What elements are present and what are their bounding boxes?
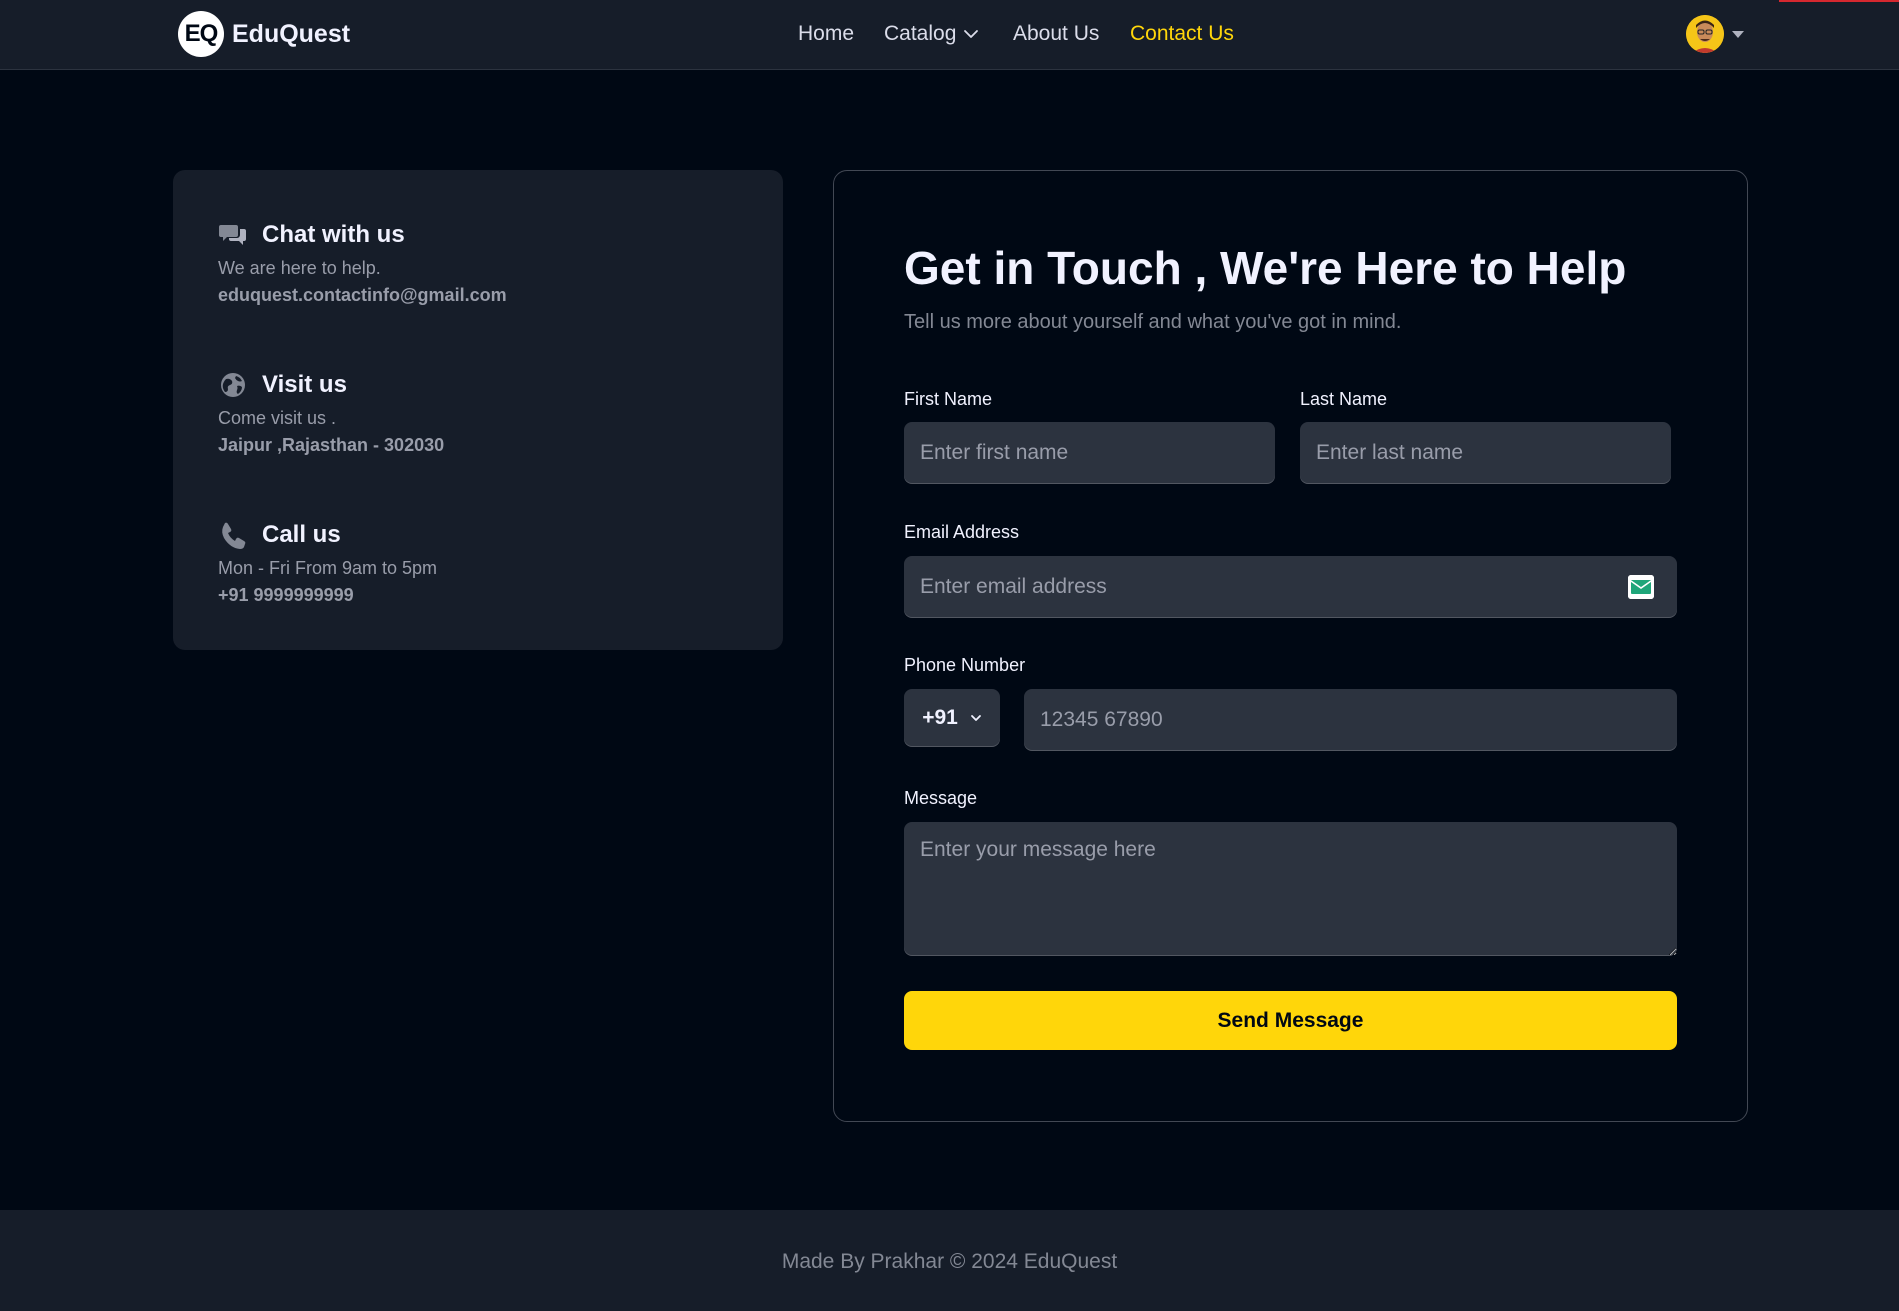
- nav-link-contact[interactable]: Contact Us: [1130, 22, 1234, 46]
- contact-info-title: Chat with us: [262, 221, 405, 248]
- email-label: Email Address: [904, 522, 1020, 542]
- message-label: Message: [904, 788, 978, 808]
- chat-bubbles-icon: [219, 225, 246, 245]
- envelope-icon: [1628, 575, 1654, 599]
- caret-down-icon: [1732, 30, 1744, 38]
- top-accent-line: [1779, 0, 1899, 2]
- profile-menu[interactable]: [1686, 15, 1744, 53]
- chevron-down-icon: [970, 715, 981, 721]
- contact-info-title: Call us: [262, 521, 341, 548]
- footer-credit: Made By Prakhar © 2024 EduQuest: [781, 1250, 1118, 1273]
- page-title: Get in Touch , We're Here to Help: [904, 242, 1627, 294]
- logo-mark: EQ: [178, 11, 224, 57]
- chevron-down-icon: [964, 30, 979, 38]
- first-name-input[interactable]: [904, 422, 1275, 484]
- contact-info-description: We are here to help.: [218, 258, 381, 278]
- avatar-face-icon: [1686, 15, 1724, 53]
- nav-link-about[interactable]: About Us: [1013, 22, 1099, 46]
- email-autofill-icon[interactable]: [1628, 575, 1654, 599]
- contact-info-visit: Visit us Come visit us . Jaipur ,Rajasth…: [218, 368, 444, 456]
- globe-icon: [221, 373, 245, 397]
- contact-info-phone: +91 9999999999: [218, 585, 354, 605]
- last-name-input[interactable]: [1300, 422, 1671, 484]
- nav-link-catalog[interactable]: Catalog: [884, 22, 980, 46]
- phone-label: Phone Number: [904, 655, 1026, 675]
- brand-name: EduQuest: [232, 19, 351, 48]
- message-textarea[interactable]: [904, 822, 1677, 956]
- contact-info-email: eduquest.contactinfo@gmail.com: [218, 285, 507, 305]
- phone-icon: [222, 522, 246, 549]
- country-code-select[interactable]: +91: [904, 689, 1000, 747]
- contact-info-title: Visit us: [262, 371, 347, 398]
- contact-info-description: Come visit us .: [218, 408, 337, 428]
- send-message-button[interactable]: Send Message: [904, 991, 1677, 1050]
- phone-input[interactable]: [1024, 689, 1677, 751]
- first-name-label: First Name: [904, 389, 993, 409]
- navbar: EQ EduQuest Home Catalog About Us Contac…: [0, 0, 1899, 70]
- brand-logo[interactable]: EQ EduQuest: [178, 11, 350, 57]
- nav-link-catalog-label: Catalog: [884, 22, 957, 45]
- contact-info-call: Call us Mon - Fri From 9am to 5pm +91 99…: [218, 518, 437, 606]
- contact-info-chat: Chat with us We are here to help. eduque…: [218, 218, 507, 306]
- country-code-value: +91: [922, 706, 958, 729]
- page-subtitle: Tell us more about yourself and what you…: [904, 311, 1402, 333]
- footer: Made By Prakhar © 2024 EduQuest: [0, 1210, 1899, 1311]
- nav-link-home[interactable]: Home: [798, 22, 854, 46]
- avatar: [1686, 15, 1724, 53]
- email-input[interactable]: [904, 556, 1677, 618]
- contact-info-address: Jaipur ,Rajasthan - 302030: [218, 435, 445, 455]
- contact-info-card: Chat with us We are here to help. eduque…: [173, 170, 783, 650]
- last-name-label: Last Name: [1300, 389, 1388, 409]
- contact-form: Get in Touch , We're Here to Help Tell u…: [833, 170, 1748, 1122]
- contact-info-description: Mon - Fri From 9am to 5pm: [218, 558, 438, 578]
